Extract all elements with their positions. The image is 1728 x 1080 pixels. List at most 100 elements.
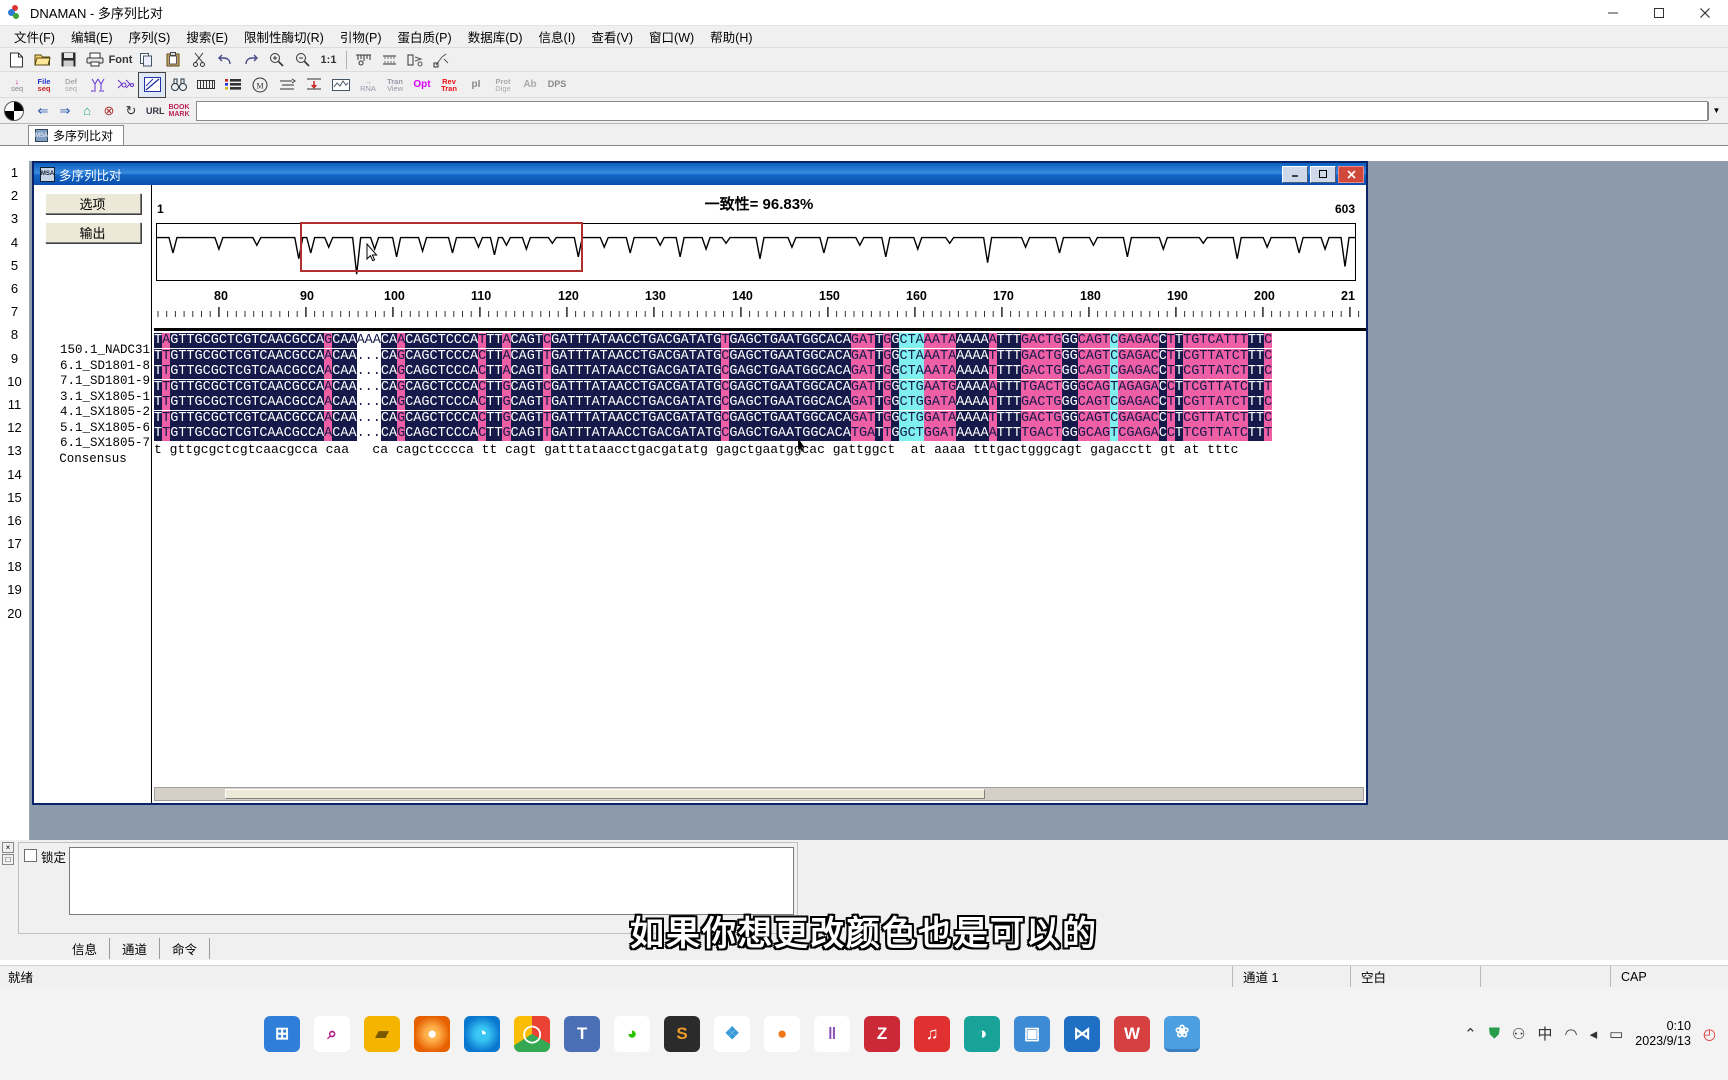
ime-indicator[interactable]: 中	[1537, 1023, 1552, 1044]
table-row[interactable]: TTGTTGCGCTCGTCAACGCCAACAA...CAGCAGCTCCCA…	[154, 426, 1366, 442]
output-button[interactable]: 输出	[44, 222, 141, 243]
edge-icon[interactable]: ◔	[464, 1015, 501, 1052]
menu-edit[interactable]: 编辑(E)	[63, 25, 121, 48]
menu-protein[interactable]: 蛋白质(P)	[390, 25, 460, 48]
zoom-reset-button[interactable]: 1:1	[316, 49, 341, 71]
menu-database[interactable]: 数据库(D)	[460, 25, 531, 48]
table-row[interactable]: TTGTTGCGCTCGTCAACGCCAACAA...CAGCAGCTCCCA…	[154, 410, 1366, 427]
alignment-horizontal-scrollbar[interactable]	[154, 787, 1364, 801]
menu-sequence[interactable]: 序列(S)	[121, 25, 179, 48]
sequence-rows[interactable]: TAGTTGCGCTCGTCAACGCCAGCAAAAACAACAGCTCCCA…	[154, 333, 1366, 458]
url-input[interactable]	[195, 100, 1708, 121]
menu-window[interactable]: 窗口(W)	[641, 25, 702, 48]
antibody-button[interactable]: Ab	[517, 73, 543, 97]
matrix-app-icon[interactable]: ⋈	[1064, 1015, 1101, 1052]
undo-button[interactable]	[212, 49, 237, 71]
options-button[interactable]: 选项	[44, 193, 141, 214]
menu-view[interactable]: 查看(V)	[583, 25, 641, 48]
dock-float-icon[interactable]: □	[2, 854, 14, 865]
menu-restriction[interactable]: 限制性酶切(R)	[236, 25, 332, 48]
dock-close-icon[interactable]: ×	[2, 842, 14, 853]
redo-button[interactable]	[238, 49, 263, 71]
music-app-icon[interactable]: ♫	[914, 1015, 951, 1052]
circular-map-button[interactable]: M	[247, 73, 273, 97]
wps-icon[interactable]: W	[1114, 1015, 1151, 1052]
alignment-plot-button[interactable]	[138, 71, 166, 98]
close-button[interactable]	[1682, 0, 1728, 26]
paste-button[interactable]	[160, 49, 185, 71]
table-row[interactable]: TTGTTGCGCTCGTCAACGCCAACAA...CAGCAGCTCCCA…	[154, 379, 1366, 396]
dnaman-taskbar-icon[interactable]: ❀	[1164, 1015, 1201, 1052]
similarity-profile-plot[interactable]: 1 603	[156, 202, 1356, 281]
table-row[interactable]: TTGTTGCGCTCGTCAACGCCAACAA...CAGCAGCTCCCA…	[154, 395, 1366, 411]
menu-help[interactable]: 帮助(H)	[702, 25, 760, 48]
new-file-button[interactable]	[4, 49, 29, 71]
url-dropdown-button[interactable]: ▼	[1708, 101, 1724, 120]
notification-icon[interactable]: ◴	[1703, 1025, 1716, 1043]
child-maximize-button[interactable]	[1310, 165, 1336, 183]
plot-button[interactable]	[328, 73, 354, 97]
insert-button[interactable]	[301, 73, 327, 97]
stop-button[interactable]: ⊗	[98, 101, 120, 121]
table-row[interactable]: TTGTTGCGCTCGTCAACGCCAACAA...CAGCAGCTCCCA…	[154, 348, 1366, 365]
microphone-icon[interactable]: ⚇	[1512, 1025, 1525, 1043]
app-orange-icon[interactable]: ●	[764, 1015, 801, 1052]
teal-app-icon[interactable]: ◑	[964, 1015, 1001, 1052]
alignment-view[interactable]: 一致性= 96.83% 1 603 80 90 100 110 120 130 …	[152, 185, 1366, 803]
rna-button[interactable]: → RNA	[355, 73, 381, 97]
chrome-icon[interactable]: ◯	[514, 1015, 551, 1052]
menu-info[interactable]: 信息(I)	[531, 25, 584, 48]
chevron-up-icon[interactable]: ⌃	[1464, 1025, 1477, 1043]
rev-tran-button[interactable]: Rev Tran	[436, 73, 462, 97]
app-blue-icon[interactable]: ❖	[714, 1015, 751, 1052]
wifi-icon[interactable]: ◠	[1564, 1025, 1577, 1043]
restriction-map-button[interactable]	[351, 49, 376, 71]
consensus-button[interactable]	[112, 73, 138, 97]
enzyme-cut-button[interactable]	[403, 49, 428, 71]
minimize-button[interactable]	[1590, 0, 1636, 26]
cut-button[interactable]	[186, 49, 211, 71]
typora-icon[interactable]: T	[564, 1015, 601, 1052]
menu-search[interactable]: 搜索(E)	[178, 25, 236, 48]
file-seq-button[interactable]: File seq	[31, 73, 57, 97]
menu-file[interactable]: 文件(F)	[6, 25, 63, 48]
font-button[interactable]: Font	[108, 49, 133, 71]
chart-app-icon[interactable]: ‖	[814, 1015, 851, 1052]
restriction-ruler-button[interactable]	[193, 73, 219, 97]
zoom-in-button[interactable]	[264, 49, 289, 71]
opt-button[interactable]: Opt	[409, 73, 435, 97]
find-button[interactable]	[166, 73, 192, 97]
sticky-app-icon[interactable]: ▣	[1014, 1015, 1051, 1052]
volume-icon[interactable]: ◂	[1590, 1025, 1598, 1043]
file-explorer-icon[interactable]: ▰	[364, 1015, 401, 1052]
sublime-icon[interactable]: S	[664, 1015, 701, 1052]
save-file-button[interactable]	[56, 49, 81, 71]
ligate-button[interactable]	[274, 73, 300, 97]
open-file-button[interactable]	[30, 49, 55, 71]
print-button[interactable]	[82, 49, 107, 71]
child-minimize-button[interactable]	[1282, 165, 1308, 183]
start-windows-icon[interactable]: ⊞	[264, 1015, 301, 1052]
copy-button[interactable]	[134, 49, 159, 71]
home-button[interactable]: ⌂	[76, 101, 98, 121]
pi-button[interactable]: pI	[463, 73, 489, 97]
load-seq-button[interactable]: ↓ seq	[4, 73, 30, 97]
bookmark-icon[interactable]: BOOK MARK	[169, 104, 190, 118]
lock-checkbox[interactable]	[24, 849, 37, 862]
table-row[interactable]: TTGTTGCGCTCGTCAACGCCAACAA...CAGCAGCTCCCA…	[154, 364, 1366, 380]
list-button[interactable]	[220, 73, 246, 97]
table-row[interactable]: TAGTTGCGCTCGTCAACGCCAGCAAAAACAACAGCTCCCA…	[154, 333, 1366, 349]
forward-button[interactable]: ⇒	[54, 101, 76, 121]
zoom-out-button[interactable]	[290, 49, 315, 71]
command-textarea[interactable]	[69, 847, 794, 915]
tran-view-button[interactable]: Tran View	[382, 73, 408, 97]
def-seq-button[interactable]: Def seq	[58, 73, 84, 97]
multi-seq-button[interactable]	[85, 73, 111, 97]
dps-button[interactable]: DPS	[544, 73, 570, 97]
search-icon[interactable]: ⌕	[314, 1015, 351, 1052]
enzyme-digest-button[interactable]	[429, 49, 454, 71]
prot-dige-button[interactable]: Prot Dige	[490, 73, 516, 97]
restriction-analysis-button[interactable]	[377, 49, 402, 71]
back-button[interactable]: ⇐	[32, 101, 54, 121]
menu-primer[interactable]: 引物(P)	[332, 25, 390, 48]
